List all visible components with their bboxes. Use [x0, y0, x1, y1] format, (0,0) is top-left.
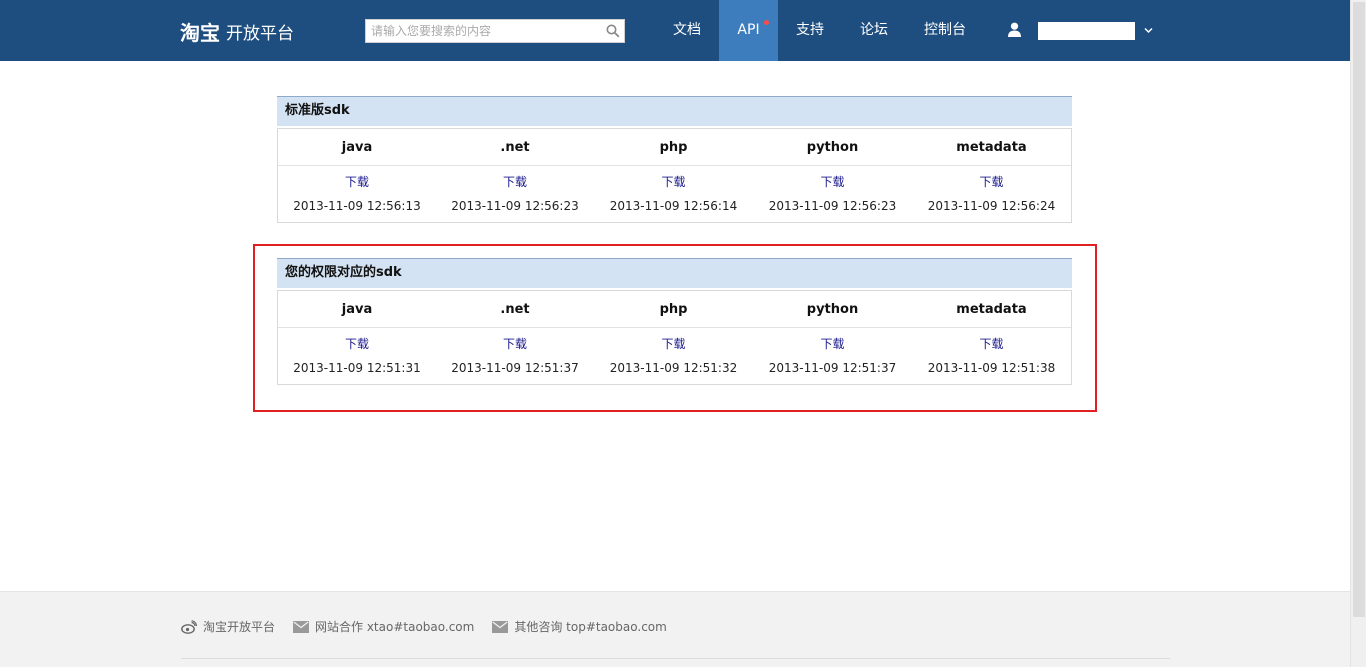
top-navigation-bar: 淘宝 开放平台 文档 API 支持 论坛 控制台: [0, 0, 1350, 61]
weibo-icon: [181, 619, 197, 634]
nav-docs-label: 文档: [673, 22, 701, 38]
cell-python: 下载 2013-11-09 12:56:23: [753, 166, 912, 222]
cell-dotnet: 下载 2013-11-09 12:51:37: [436, 328, 594, 384]
sdk-table: java .net php python metadata 下载 2013-11…: [277, 290, 1072, 385]
column-header-php: php: [659, 302, 688, 317]
nav-forum-label: 论坛: [860, 22, 888, 38]
download-link-php[interactable]: 下载: [594, 336, 753, 352]
logo-brand: 淘宝: [180, 20, 220, 45]
table-header-row: java .net php python metadata: [278, 291, 1071, 328]
vertical-scrollbar[interactable]: [1350, 0, 1366, 667]
nav-forum[interactable]: 论坛: [844, 0, 904, 61]
footer-link-cooperation[interactable]: 网站合作 xtao#taobao.com: [293, 618, 474, 635]
nav-api-badge-dot: [764, 20, 769, 25]
sdk-table: java .net php python metadata 下载 2013-11…: [277, 128, 1072, 223]
timestamp-java: 2013-11-09 12:56:13: [293, 199, 421, 213]
timestamp-metadata: 2013-11-09 12:51:38: [927, 361, 1056, 375]
mail-icon: [492, 620, 509, 633]
cell-java: 下载 2013-11-09 12:51:31: [278, 328, 436, 384]
section-title: 您的权限对应的sdk: [277, 258, 1072, 288]
scrollbar-thumb[interactable]: [1353, 2, 1365, 617]
download-link-java[interactable]: 下载: [278, 174, 436, 190]
user-name-redacted[interactable]: [1038, 22, 1135, 40]
download-link-php[interactable]: 下载: [594, 174, 753, 190]
timestamp-java: 2013-11-09 12:51:31: [293, 361, 421, 375]
nav-console[interactable]: 控制台: [910, 0, 980, 61]
nav-console-label: 控制台: [924, 22, 966, 38]
nav-support[interactable]: 支持: [780, 0, 840, 61]
footer-links: 淘宝开放平台 网站合作 xtao#taobao.com 其他咨询 top#tao…: [181, 618, 685, 635]
search-icon[interactable]: [606, 24, 620, 38]
table-row: 下载 2013-11-09 12:51:31 下载 2013-11-09 12:…: [278, 328, 1071, 384]
download-link-python[interactable]: 下载: [753, 174, 912, 190]
nav-support-label: 支持: [796, 22, 824, 38]
column-header-python: python: [806, 302, 859, 317]
nav-docs[interactable]: 文档: [657, 0, 717, 61]
footer-link-weibo[interactable]: 淘宝开放平台: [181, 618, 275, 635]
cell-java: 下载 2013-11-09 12:56:13: [278, 166, 436, 222]
timestamp-php: 2013-11-09 12:56:14: [609, 199, 738, 213]
footer-divider: [181, 658, 1170, 659]
timestamp-metadata: 2013-11-09 12:56:24: [927, 199, 1056, 213]
logo-subtitle: 开放平台: [226, 23, 294, 44]
cell-python: 下载 2013-11-09 12:51:37: [753, 328, 912, 384]
page-footer: 淘宝开放平台 网站合作 xtao#taobao.com 其他咨询 top#tao…: [0, 591, 1350, 667]
download-link-python[interactable]: 下载: [753, 336, 912, 352]
download-link-dotnet[interactable]: 下载: [436, 336, 594, 352]
table-header-row: java .net php python metadata: [278, 129, 1071, 166]
download-link-java[interactable]: 下载: [278, 336, 436, 352]
mail-icon: [293, 620, 310, 633]
standard-sdk-section: 标准版sdk java .net php python metadata 下载 …: [277, 96, 1072, 223]
search-box: [365, 19, 625, 43]
column-header-metadata: metadata: [956, 140, 1027, 155]
column-header-dotnet: .net: [500, 140, 530, 155]
download-link-metadata[interactable]: 下载: [912, 174, 1071, 190]
footer-link-label: 淘宝开放平台: [203, 620, 276, 634]
column-header-dotnet: .net: [500, 302, 530, 317]
cell-metadata: 下载 2013-11-09 12:56:24: [912, 166, 1071, 222]
column-header-java: java: [341, 302, 373, 317]
user-icon[interactable]: [1007, 22, 1022, 37]
section-title: 标准版sdk: [277, 96, 1072, 126]
timestamp-dotnet: 2013-11-09 12:51:37: [451, 361, 579, 375]
footer-link-label: 网站合作 xtao#taobao.com: [315, 620, 475, 634]
download-link-dotnet[interactable]: 下载: [436, 174, 594, 190]
cell-metadata: 下载 2013-11-09 12:51:38: [912, 328, 1071, 384]
nav-api[interactable]: API: [719, 0, 778, 61]
nav-api-label: API: [737, 22, 760, 38]
footer-link-inquiry[interactable]: 其他咨询 top#taobao.com: [492, 618, 667, 635]
column-header-python: python: [806, 140, 859, 155]
download-link-metadata[interactable]: 下载: [912, 336, 1071, 352]
column-header-php: php: [659, 140, 688, 155]
timestamp-php: 2013-11-09 12:51:32: [609, 361, 738, 375]
permission-sdk-section: 您的权限对应的sdk java .net php python metadata…: [277, 258, 1072, 385]
cell-php: 下载 2013-11-09 12:51:32: [594, 328, 753, 384]
cell-php: 下载 2013-11-09 12:56:14: [594, 166, 753, 222]
cell-dotnet: 下载 2013-11-09 12:56:23: [436, 166, 594, 222]
taobao-open-platform-logo[interactable]: 淘宝 开放平台: [180, 18, 294, 45]
column-header-metadata: metadata: [956, 302, 1027, 317]
timestamp-dotnet: 2013-11-09 12:56:23: [451, 199, 579, 213]
table-row: 下载 2013-11-09 12:56:13 下载 2013-11-09 12:…: [278, 166, 1071, 222]
chevron-down-icon[interactable]: [1144, 26, 1153, 35]
column-header-java: java: [341, 140, 373, 155]
footer-link-label: 其他咨询 top#taobao.com: [514, 620, 667, 634]
search-input[interactable]: [366, 20, 602, 42]
timestamp-python: 2013-11-09 12:56:23: [768, 199, 897, 213]
timestamp-python: 2013-11-09 12:51:37: [768, 361, 897, 375]
